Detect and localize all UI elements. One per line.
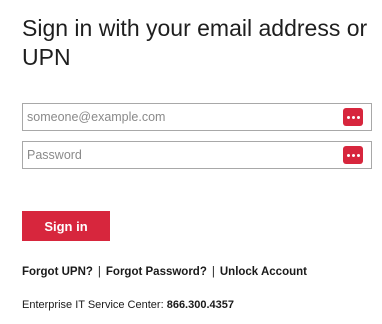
forgot-password-link[interactable]: Forgot Password? [106,266,207,278]
link-separator: | [211,266,215,278]
service-center-info: Enterprise IT Service Center: 866.300.43… [22,299,234,311]
sign-in-page: Sign in with your email address or UPN S… [0,0,382,324]
password-field-container [22,141,372,169]
password-field[interactable] [23,142,337,168]
forgot-upn-link[interactable]: Forgot UPN? [22,266,93,278]
email-field[interactable] [23,104,337,130]
link-separator: | [97,266,101,278]
service-center-phone: 866.300.4357 [166,299,234,311]
service-center-label: Enterprise IT Service Center: [22,299,164,311]
password-manager-icon[interactable] [343,108,363,126]
sign-in-button[interactable]: Sign in [22,211,110,241]
unlock-account-link[interactable]: Unlock Account [220,266,307,278]
email-field-container [22,103,372,131]
page-title: Sign in with your email address or UPN [22,15,368,70]
account-links: Forgot UPN? | Forgot Password? | Unlock Acco… [22,266,307,278]
password-manager-icon[interactable] [343,146,363,164]
